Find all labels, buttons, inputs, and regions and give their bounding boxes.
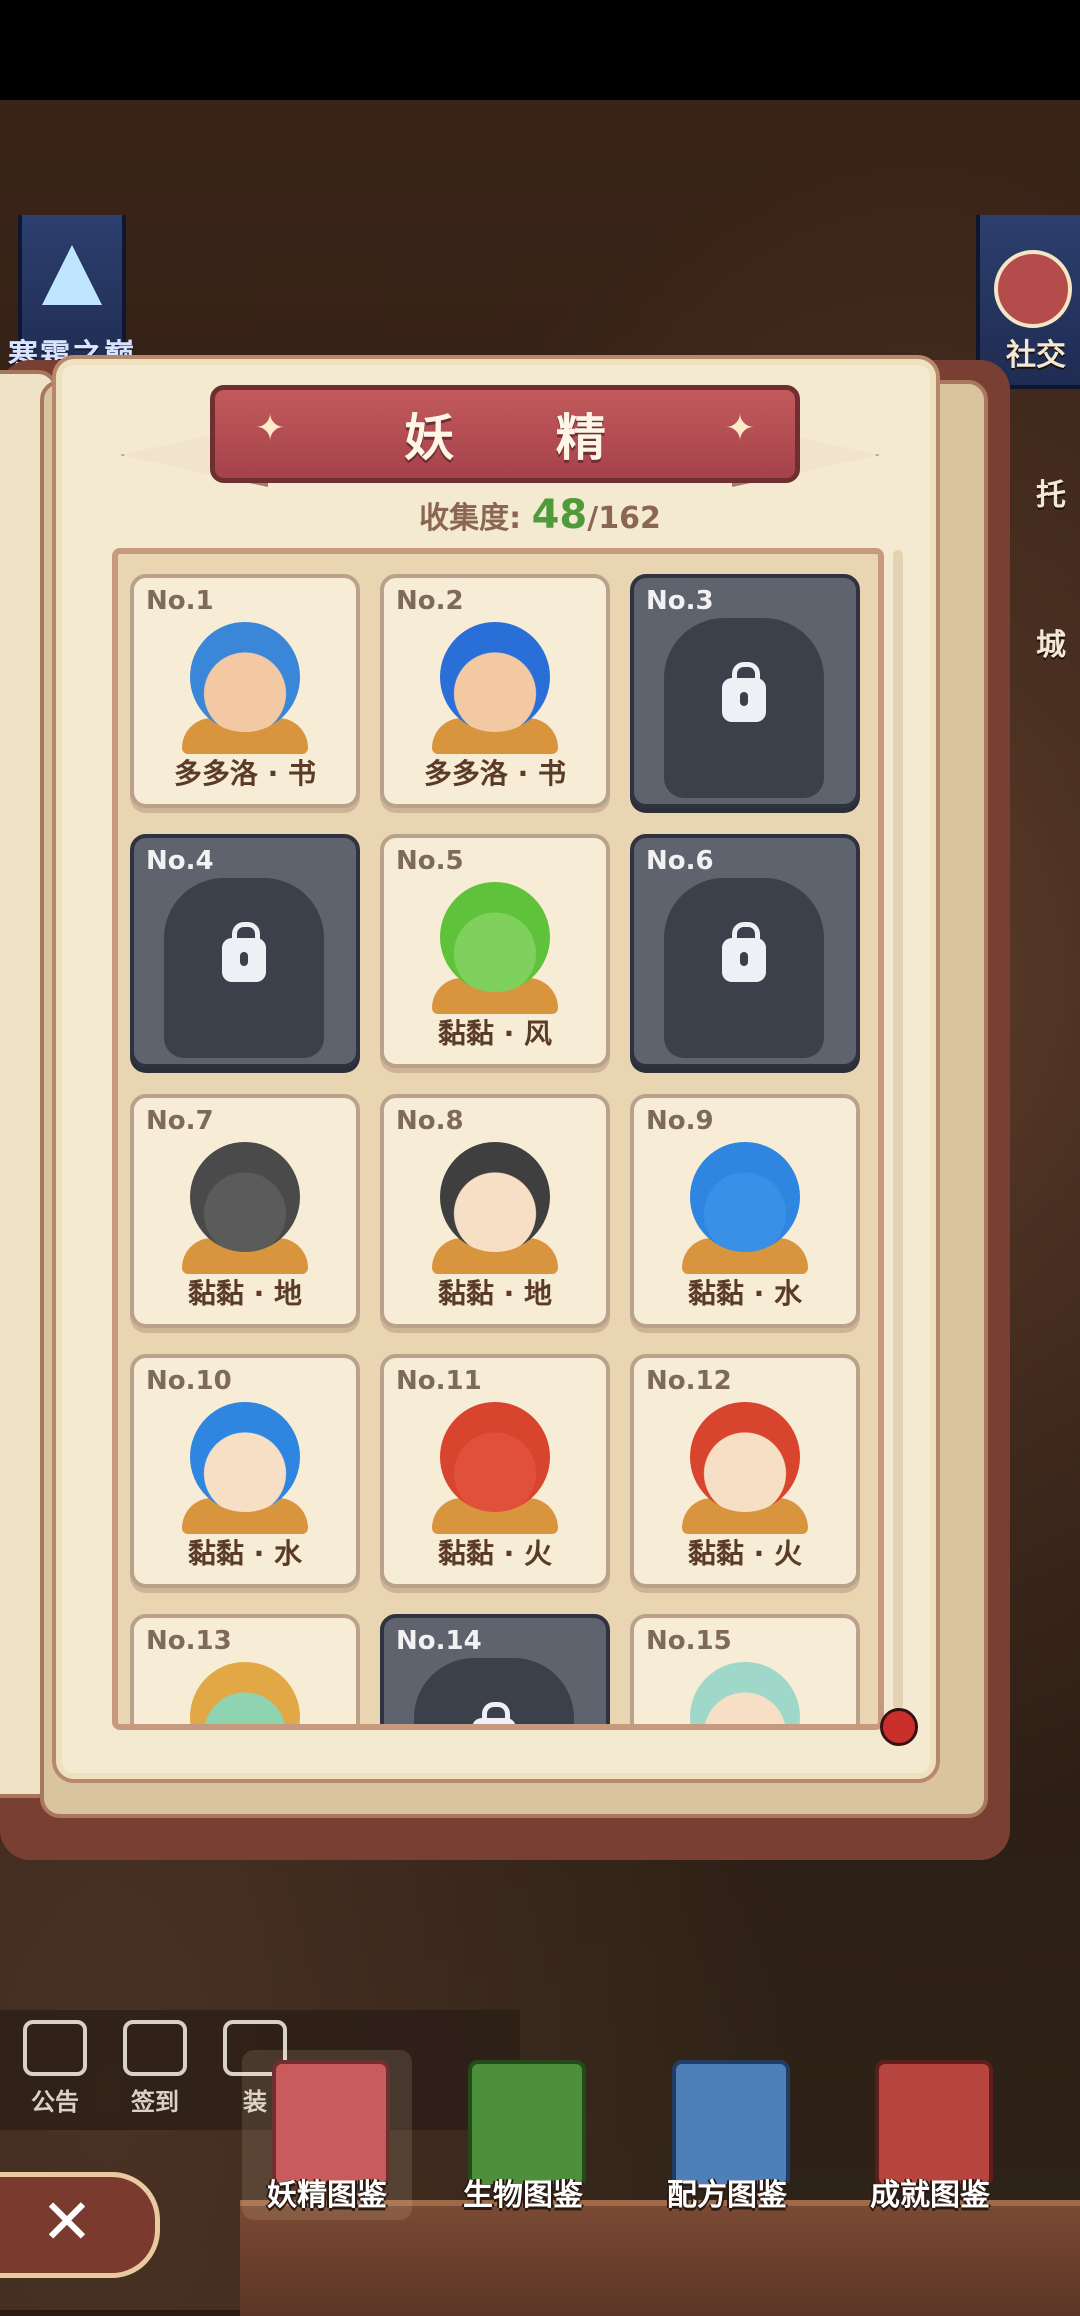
social-emblem-icon [994,250,1072,328]
fairy-grid[interactable]: No.1 多多洛 · 书 No.2 多多洛 · 书 No.3 No.4 No.5 黏黏 · 风… [112,548,884,1730]
fairy-name: 黏黏 · 地 [437,1277,553,1310]
checkin-button[interactable]: 签到 [115,2020,195,2117]
fairy-card[interactable]: No.15 [630,1614,860,1724]
lock-icon [222,922,266,982]
collection-progress: 收集度: 48/162 [0,492,1080,538]
social-label[interactable]: 社交 [1006,330,1066,374]
fairy-card[interactable]: No.13 [130,1614,360,1724]
lock-icon [722,662,766,722]
fairy-name: 黏黏 · 风 [437,1017,553,1050]
fairy-name: 黏黏 · 地 [187,1277,303,1310]
fairy-portrait [690,1142,800,1252]
tab-creature-compendium[interactable]: 生物图鉴 [438,2050,608,2220]
sparkle-icon: ✦ [255,408,286,449]
plant-book-icon [468,2060,586,2188]
crown-book-icon [875,2060,993,2188]
fairy-card[interactable]: No.6 [630,834,860,1068]
book-open-icon [23,2020,87,2076]
page-title: 妖 精 [404,409,648,467]
tab-achievement-compendium[interactable]: 成就图鉴 [845,2050,1015,2220]
fairy-card[interactable]: No.10 黏黏 · 水 [130,1354,360,1588]
fairy-number: No.11 [396,1366,482,1396]
fairy-name: 黏黏 · 火 [687,1537,803,1570]
fairy-card[interactable]: No.4 [130,834,360,1068]
title-ribbon: ✦ 妖 精 ✦ [120,385,880,487]
fairy-card[interactable]: No.1 多多洛 · 书 [130,574,360,808]
lock-icon [722,922,766,982]
fairy-card[interactable]: No.14 [380,1614,610,1724]
close-icon: ✕ [41,2185,93,2258]
mountain-icon [42,245,102,305]
fairy-portrait [190,622,300,732]
close-button[interactable]: ✕ [0,2172,160,2278]
fairy-number: No.1 [146,586,214,616]
fairy-number: No.9 [646,1106,714,1136]
fairy-portrait [440,622,550,732]
fairy-number: No.5 [396,846,464,876]
fairy-portrait [440,882,550,992]
fairy-card[interactable]: No.2 多多洛 · 书 [380,574,610,808]
fairy-number: No.12 [646,1366,732,1396]
fairy-number: No.15 [646,1626,732,1656]
fairy-portrait [190,1142,300,1252]
fairy-name: 多多洛 · 书 [173,757,317,790]
fairy-book-icon [272,2060,390,2188]
potion-book-icon [672,2060,790,2188]
fairy-card[interactable]: No.5 黏黏 · 风 [380,834,610,1068]
fairy-portrait [440,1402,550,1512]
collected-count: 48 [531,492,588,538]
fairy-number: No.14 [396,1626,482,1656]
tab-fairy-compendium[interactable]: 妖精图鉴 [242,2050,412,2220]
sparkle-icon: ✦ [724,408,755,449]
tab-recipe-compendium[interactable]: 配方图鉴 [642,2050,812,2220]
fairy-name: 黏黏 · 水 [687,1277,803,1310]
status-bar [0,0,1080,100]
fairy-number: No.6 [646,846,714,876]
ladybug-icon [880,1708,918,1746]
fairy-portrait [190,1662,300,1724]
fairy-portrait [690,1662,800,1724]
fairy-name: 多多洛 · 书 [423,757,567,790]
fairy-number: No.10 [146,1366,232,1396]
fairy-number: No.8 [396,1106,464,1136]
fairy-name: 黏黏 · 火 [437,1537,553,1570]
fairy-number: No.7 [146,1106,214,1136]
fairy-card[interactable]: No.3 [630,574,860,808]
fairy-portrait [440,1142,550,1252]
announcement-button[interactable]: 公告 [15,2020,95,2117]
side-label-city[interactable]: 城 [1036,620,1066,664]
fairy-card[interactable]: No.8 黏黏 · 地 [380,1094,610,1328]
fairy-card[interactable]: No.11 黏黏 · 火 [380,1354,610,1588]
scrollbar[interactable] [893,550,903,1710]
total-count: /162 [587,501,661,536]
fairy-name: 黏黏 · 水 [187,1537,303,1570]
fairy-card[interactable]: No.9 黏黏 · 水 [630,1094,860,1328]
fairy-number: No.4 [146,846,214,876]
calendar-check-icon [123,2020,187,2076]
fairy-number: No.2 [396,586,464,616]
fairy-card[interactable]: No.7 黏黏 · 地 [130,1094,360,1328]
fairy-number: No.13 [146,1626,232,1656]
fairy-portrait [190,1402,300,1512]
fairy-portrait [690,1402,800,1512]
collection-label: 收集度: [419,501,522,536]
lock-icon [472,1702,516,1724]
fairy-card[interactable]: No.12 黏黏 · 火 [630,1354,860,1588]
fairy-number: No.3 [646,586,714,616]
